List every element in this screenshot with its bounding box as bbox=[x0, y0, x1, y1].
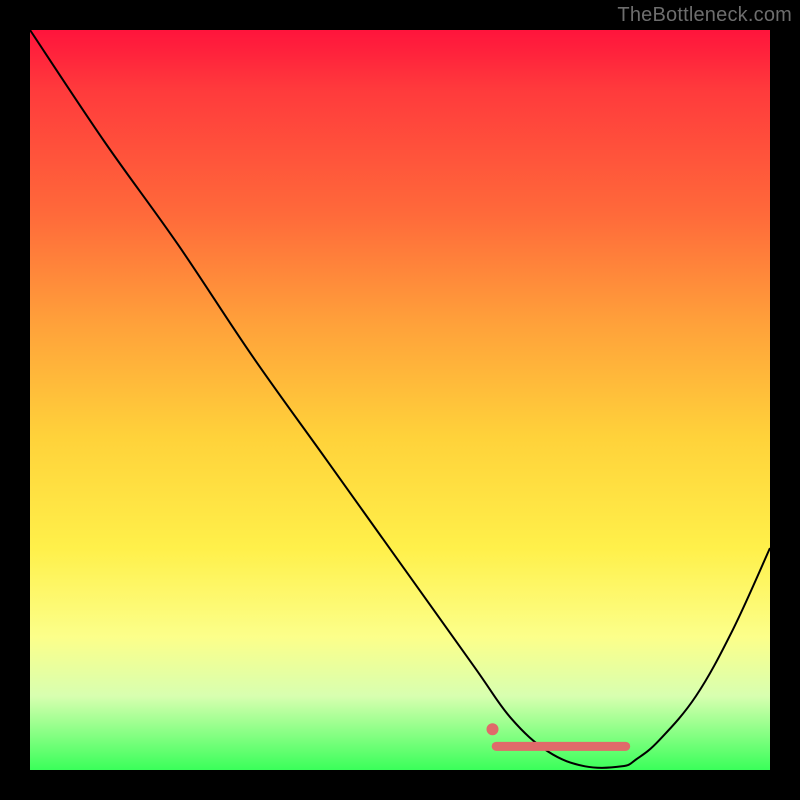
chart-frame: TheBottleneck.com bbox=[0, 0, 800, 800]
chart-plot-area bbox=[30, 30, 770, 770]
curve-line bbox=[30, 30, 770, 768]
chart-svg bbox=[30, 30, 770, 770]
highlight-start-dot bbox=[487, 723, 499, 735]
watermark-text: TheBottleneck.com bbox=[617, 4, 792, 27]
